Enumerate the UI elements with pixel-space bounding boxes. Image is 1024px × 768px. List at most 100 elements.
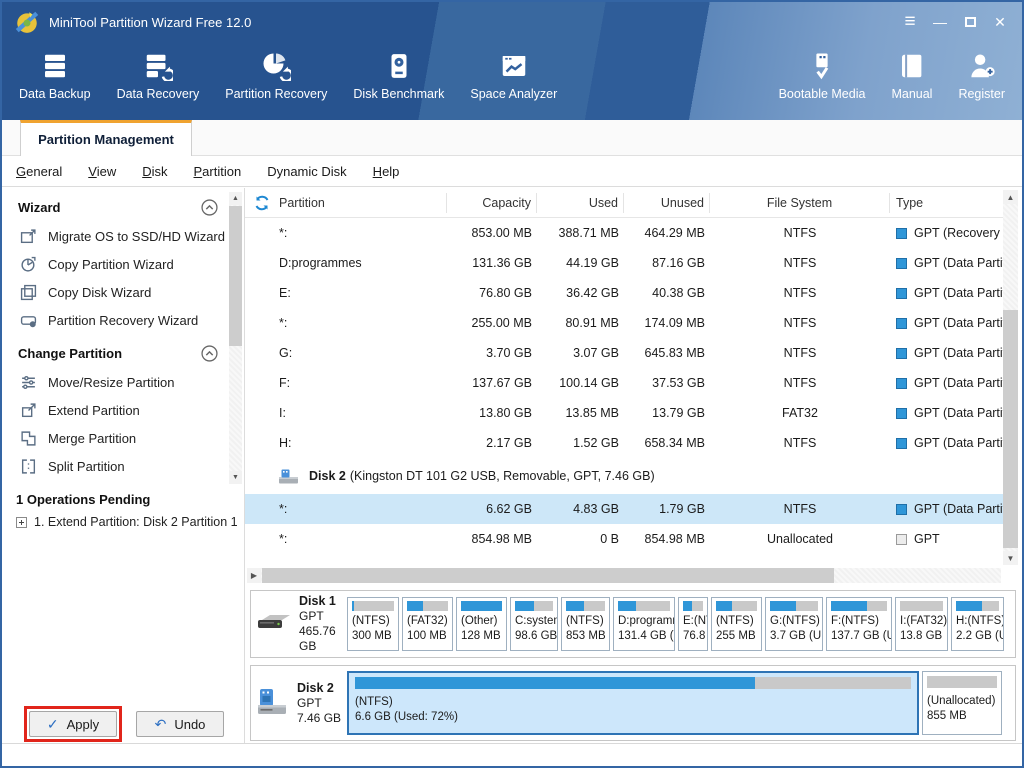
- partition-block[interactable]: E:(NTFS) 76.8 (: [678, 597, 708, 651]
- cell-capacity: 3.70 GB: [486, 346, 532, 360]
- partition-block[interactable]: (FAT32) 100 MB: [402, 597, 453, 651]
- partition-block[interactable]: C:system 98.6 GB: [510, 597, 558, 651]
- tab-partition-management[interactable]: Partition Management: [20, 120, 192, 156]
- cell-capacity: 2.17 GB: [486, 436, 532, 450]
- table-header[interactable]: Partition Capacity Used Unused File Syst…: [245, 188, 1003, 218]
- toolbar-partition-recovery[interactable]: Partition Recovery: [212, 42, 340, 120]
- cell-file-system: NTFS: [783, 286, 817, 300]
- usage-bar: [770, 601, 818, 611]
- partition-block-selected[interactable]: (NTFS) 6.6 GB (Used: 72%): [347, 671, 919, 735]
- sidebar-item-merge[interactable]: Merge Partition: [2, 424, 244, 452]
- partition-block[interactable]: I:(FAT32) 13.8 GB: [895, 597, 948, 651]
- scroll-right-icon[interactable]: ▶: [247, 568, 261, 583]
- refresh-icon[interactable]: [254, 195, 270, 211]
- menu-partition[interactable]: Partition: [194, 164, 242, 179]
- toolbar-data-recovery[interactable]: Data Recovery: [104, 42, 213, 120]
- pending-operation-item[interactable]: 1. Extend Partition: Disk 2 Partition 1: [2, 511, 244, 533]
- table-row-selected[interactable]: *: 6.62 GB 4.83 GB 1.79 GB NTFS GPT (Dat…: [245, 494, 1003, 524]
- sidebar: Wizard Migrate OS to SSD/HD Wizard Copy …: [2, 188, 245, 743]
- partition-block[interactable]: (Other) 128 MB: [456, 597, 507, 651]
- apply-button[interactable]: ✓ Apply: [29, 711, 117, 737]
- sidebar-section-wizard[interactable]: Wizard: [2, 192, 244, 222]
- table-row[interactable]: D:programmes 131.36 GB 44.19 GB 87.16 GB…: [245, 248, 1003, 278]
- table-row[interactable]: F: 137.67 GB 100.14 GB 37.53 GB NTFS GPT…: [245, 368, 1003, 398]
- maximize-icon[interactable]: [958, 10, 982, 34]
- partition-block[interactable]: (NTFS) 255 MB: [711, 597, 762, 651]
- partition-block[interactable]: F:(NTFS) 137.7 GB (U: [826, 597, 892, 651]
- sidebar-item-copy-partition[interactable]: Copy Partition Wizard: [2, 250, 244, 278]
- disk1-info[interactable]: Disk 1 GPT 465.76 GB: [251, 594, 347, 654]
- menu-view[interactable]: View: [88, 164, 116, 179]
- partition-block[interactable]: D:programmes 131.4 GB (U: [613, 597, 675, 651]
- disk2-info[interactable]: Disk 2 GPT 7.46 GB: [251, 681, 347, 726]
- sidebar-item-move-resize[interactable]: Move/Resize Partition: [2, 368, 244, 396]
- cell-used: 44.19 GB: [566, 256, 619, 270]
- expand-plus-icon[interactable]: [16, 516, 27, 528]
- menu-general[interactable]: General: [16, 164, 62, 179]
- table-row[interactable]: E: 76.80 GB 36.42 GB 40.38 GB NTFS GPT (…: [245, 278, 1003, 308]
- toolbar-data-backup[interactable]: Data Backup: [6, 42, 104, 120]
- col-unused[interactable]: Unused: [624, 192, 710, 213]
- block-label: (Other): [461, 615, 498, 627]
- partition-block[interactable]: (NTFS) 853 MB: [561, 597, 610, 651]
- scroll-up-icon[interactable]: ▲: [229, 192, 242, 205]
- toolbar-space-analyzer[interactable]: Space Analyzer: [457, 42, 570, 120]
- titlebar[interactable]: MiniTool Partition Wizard Free 12.0 ≡ — …: [2, 2, 1022, 42]
- sidebar-item-extend[interactable]: Extend Partition: [2, 396, 244, 424]
- cell-capacity: 255.00 MB: [471, 316, 532, 330]
- partition-block[interactable]: H:(NTFS) 2.2 GB (U: [951, 597, 1004, 651]
- apply-annotation-highlight: ✓ Apply: [24, 706, 122, 742]
- cell-file-system: NTFS: [783, 346, 817, 360]
- sidebar-item-split[interactable]: Split Partition: [2, 452, 244, 480]
- menu-dynamic-disk[interactable]: Dynamic Disk: [267, 164, 346, 179]
- col-partition[interactable]: Partition: [245, 192, 447, 213]
- usage-fill: [355, 677, 756, 689]
- close-icon[interactable]: ✕: [988, 10, 1012, 34]
- status-bar: [2, 743, 1022, 766]
- menu-disk[interactable]: Disk: [142, 164, 167, 179]
- scroll-down-icon[interactable]: ▼: [1003, 551, 1018, 565]
- usage-bar: [461, 601, 502, 611]
- minimize-icon[interactable]: —: [928, 10, 952, 34]
- menu-icon[interactable]: ≡: [898, 10, 922, 34]
- undo-button[interactable]: ↶ Undo: [136, 711, 224, 737]
- collapse-icon[interactable]: [201, 198, 218, 216]
- menu-help[interactable]: Help: [373, 164, 400, 179]
- toolbar-register[interactable]: Register: [945, 42, 1018, 120]
- partition-block[interactable]: G:(NTFS) 3.7 GB (U: [765, 597, 823, 651]
- col-capacity[interactable]: Capacity: [447, 192, 537, 213]
- cell-partition: D:programmes: [279, 256, 362, 270]
- scroll-down-icon[interactable]: ▼: [229, 471, 242, 484]
- col-type[interactable]: Type: [890, 193, 1003, 213]
- toolbar-manual[interactable]: Manual: [878, 42, 945, 120]
- sidebar-item-migrate-os[interactable]: Migrate OS to SSD/HD Wizard: [2, 222, 244, 250]
- partition-block[interactable]: (NTFS) 300 MB: [347, 597, 399, 651]
- table-horizontal-scrollbar[interactable]: ◀ ▶: [247, 568, 1001, 583]
- sidebar-item-label: Copy Disk Wizard: [48, 284, 152, 300]
- col-file-system[interactable]: File System: [710, 192, 890, 213]
- toolbar-bootable-media[interactable]: Bootable Media: [766, 42, 879, 120]
- sidebar-item-copy-disk[interactable]: Copy Disk Wizard: [2, 278, 244, 306]
- col-used[interactable]: Used: [537, 192, 624, 213]
- disk2-group-header[interactable]: Disk 2 (Kingston DT 101 G2 USB, Removabl…: [245, 458, 1003, 494]
- table-vertical-scrollbar[interactable]: ▲ ▼: [1003, 190, 1018, 565]
- sidebar-section-change-partition[interactable]: Change Partition: [2, 338, 244, 368]
- scrollbar-thumb[interactable]: [229, 206, 242, 346]
- scroll-up-icon[interactable]: ▲: [1003, 190, 1018, 204]
- scrollbar-thumb[interactable]: [1003, 310, 1018, 548]
- partition-block[interactable]: (Unallocated) 855 MB: [922, 671, 1002, 735]
- table-row[interactable]: *: 255.00 MB 80.91 MB 174.09 MB NTFS GPT…: [245, 308, 1003, 338]
- table-row[interactable]: G: 3.70 GB 3.07 GB 645.83 MB NTFS GPT (D…: [245, 338, 1003, 368]
- usage-bar: [927, 676, 997, 688]
- table-row[interactable]: H: 2.17 GB 1.52 GB 658.34 MB NTFS GPT (D…: [245, 428, 1003, 458]
- sidebar-scrollbar[interactable]: ▲ ▼: [229, 192, 242, 484]
- collapse-icon[interactable]: [201, 344, 218, 362]
- table-row[interactable]: *: 854.98 MB 0 B 854.98 MB Unallocated G…: [245, 524, 1003, 554]
- menu-text: artition: [202, 163, 242, 179]
- table-row[interactable]: I: 13.80 GB 13.85 MB 13.79 GB FAT32 GPT …: [245, 398, 1003, 428]
- scrollbar-thumb[interactable]: [262, 568, 834, 583]
- sliders-icon: [22, 375, 35, 389]
- toolbar-disk-benchmark[interactable]: Disk Benchmark: [340, 42, 457, 120]
- sidebar-item-partition-recovery-wizard[interactable]: Partition Recovery Wizard: [2, 306, 244, 334]
- table-row[interactable]: *: 853.00 MB 388.71 MB 464.29 MB NTFS GP…: [245, 218, 1003, 248]
